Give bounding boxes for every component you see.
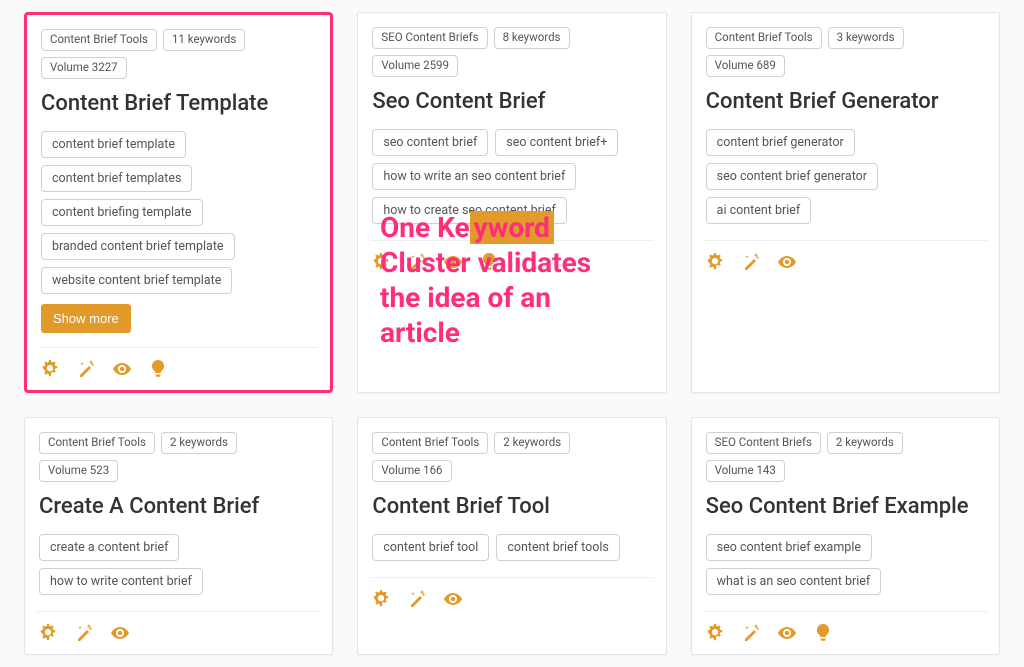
keyword-cluster-card: Content Brief Tools3 keywordsVolume 689C… [691, 12, 1000, 393]
meta-pill-category[interactable]: Content Brief Tools [706, 27, 822, 49]
keyword-cluster-card: SEO Content Briefs8 keywordsVolume 2599S… [357, 12, 666, 393]
card-action-row [706, 622, 985, 642]
card-meta-row: Content Brief Tools 11 keywords Volume 322… [41, 29, 316, 79]
card-meta-row: SEO Content Briefs 8 keywords Volume 2599 [372, 27, 651, 77]
keyword-chip[interactable]: content briefing template [41, 199, 203, 226]
meta-pill-category[interactable]: Content Brief Tools [39, 432, 155, 454]
card-divider [39, 347, 318, 348]
keyword-chip[interactable]: content brief tool [372, 534, 489, 561]
keyword-chip[interactable]: content brief tools [496, 534, 619, 561]
meta-pill-volume[interactable]: Volume 143 [706, 460, 785, 482]
gear-icon[interactable] [39, 624, 57, 642]
card-title: Content Brief Generator [706, 89, 985, 115]
bulb-icon[interactable] [814, 624, 832, 642]
keyword-cluster-card: Content Brief Tools2 keywordsVolume 166C… [357, 417, 666, 655]
keyword-list: create a content brief how to write conte… [39, 534, 318, 595]
keyword-chip[interactable]: content brief templates [41, 165, 192, 192]
meta-pill-volume[interactable]: Volume 689 [706, 55, 785, 77]
keyword-list: seo content brief seo content brief+ how t… [372, 129, 651, 224]
card-title: Seo Content Brief [372, 89, 651, 115]
meta-pill-category[interactable]: SEO Content Briefs [372, 27, 487, 49]
keyword-list: content brief tool content brief tools [372, 534, 651, 561]
keyword-list: content brief template content brief temp… [41, 131, 316, 294]
eye-icon[interactable] [778, 253, 796, 271]
gear-icon[interactable] [706, 624, 724, 642]
card-title: Content Brief Tool [372, 494, 651, 520]
meta-pill-volume[interactable]: Volume 523 [39, 460, 118, 482]
card-divider [37, 611, 320, 612]
keyword-chip[interactable]: ai content brief [706, 197, 812, 224]
keyword-chip[interactable]: seo content brief example [706, 534, 872, 561]
meta-pill-keywords[interactable]: 2 keywords [161, 432, 237, 454]
eye-icon[interactable] [111, 624, 129, 642]
gear-icon[interactable] [372, 590, 390, 608]
keyword-chip[interactable]: how to write an seo content brief [372, 163, 576, 190]
keyword-list: content brief generator seo content brief… [706, 129, 985, 224]
wand-icon[interactable] [77, 360, 95, 378]
meta-pill-category[interactable]: Content Brief Tools [41, 29, 157, 51]
meta-pill-keywords[interactable]: 11 keywords [163, 29, 245, 51]
bulb-icon[interactable] [149, 360, 167, 378]
keyword-chip[interactable]: content brief generator [706, 129, 855, 156]
keyword-chip[interactable]: create a content brief [39, 534, 179, 561]
wand-icon[interactable] [742, 624, 760, 642]
keyword-chip[interactable]: how to write content brief [39, 568, 203, 595]
keyword-chip[interactable]: seo content brief+ [495, 129, 618, 156]
meta-pill-keywords[interactable]: 2 keywords [827, 432, 903, 454]
card-divider [704, 240, 987, 241]
meta-pill-volume[interactable]: Volume 2599 [372, 55, 458, 77]
keyword-list: seo content brief example what is an seo … [706, 534, 985, 595]
card-action-row [41, 358, 316, 378]
keyword-cluster-card: SEO Content Briefs 2 keywords Volume 143 Se… [691, 417, 1000, 655]
keyword-chip[interactable]: branded content brief template [41, 233, 235, 260]
card-divider [370, 577, 653, 578]
card-action-row [39, 622, 318, 642]
card-title: Create A Content Brief [39, 494, 318, 520]
keyword-chip[interactable]: what is an seo content brief [706, 568, 882, 595]
gear-icon[interactable] [41, 360, 59, 378]
eye-icon[interactable] [444, 253, 462, 271]
keyword-chip[interactable]: how to create seo content brief [372, 197, 567, 224]
keyword-cluster-card: Content Brief Tools 11 keywords Volume 322… [24, 12, 333, 393]
eye-icon[interactable] [113, 360, 131, 378]
meta-pill-category[interactable]: SEO Content Briefs [706, 432, 821, 454]
card-meta-row: Content Brief Tools 2 keywords Volume 523 [39, 432, 318, 482]
card-title: Seo Content Brief Example [706, 494, 985, 520]
keyword-chip[interactable]: website content brief template [41, 267, 232, 294]
eye-icon[interactable] [778, 624, 796, 642]
gear-icon[interactable] [706, 253, 724, 271]
card-meta-row: Content Brief Tools 3 keywords Volume 689 [706, 27, 985, 77]
keyword-chip[interactable]: seo content brief [372, 129, 488, 156]
meta-pill-volume[interactable]: Volume 166 [372, 460, 451, 482]
bulb-icon[interactable] [480, 253, 498, 271]
card-action-row [706, 251, 985, 271]
wand-icon[interactable] [75, 624, 93, 642]
card-meta-row: SEO Content Briefs 2 keywords Volume 143 [706, 432, 985, 482]
card-action-row [372, 251, 651, 271]
meta-pill-volume[interactable]: Volume 3227 [41, 57, 127, 79]
eye-icon[interactable] [444, 590, 462, 608]
card-divider [704, 611, 987, 612]
gear-icon[interactable] [372, 253, 390, 271]
card-action-row [372, 588, 651, 608]
meta-pill-keywords[interactable]: 8 keywords [494, 27, 570, 49]
keyword-chip[interactable]: content brief template [41, 131, 186, 158]
wand-icon[interactable] [742, 253, 760, 271]
meta-pill-keywords[interactable]: 3 keywords [828, 27, 904, 49]
card-meta-row: Content Brief Tools 2 keywords Volume 166 [372, 432, 651, 482]
wand-icon[interactable] [408, 590, 426, 608]
meta-pill-keywords[interactable]: 2 keywords [494, 432, 570, 454]
wand-icon[interactable] [408, 253, 426, 271]
keyword-chip[interactable]: seo content brief generator [706, 163, 878, 190]
show-more-button[interactable]: Show more [41, 304, 131, 333]
keyword-cluster-card: Content Brief Tools2 keywordsVolume 523C… [24, 417, 333, 655]
meta-pill-category[interactable]: Content Brief Tools [372, 432, 488, 454]
card-divider [370, 240, 653, 241]
card-title: Content Brief Template [41, 91, 316, 117]
